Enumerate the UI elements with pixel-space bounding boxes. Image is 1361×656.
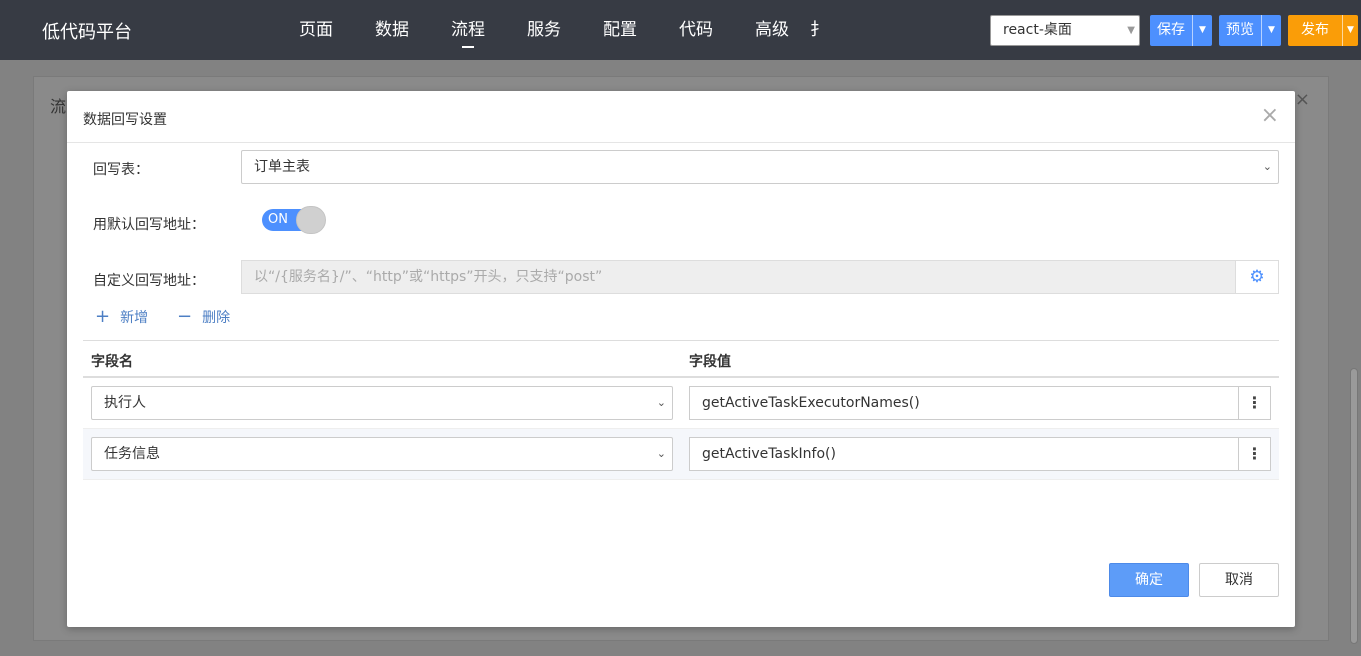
- dialog-header: 数据回写设置 ×: [67, 91, 1295, 143]
- project-select-value: react-桌面: [1003, 22, 1072, 38]
- preview-split-button: 预览 ▼: [1219, 15, 1281, 46]
- table-header: 字段名 字段值: [83, 340, 1279, 378]
- data-writeback-dialog: 数据回写设置 × 回写表： 订单主表 ⌄ 用默认回写地址： ON 自定义回写地址…: [67, 91, 1295, 627]
- dialog-title: 数据回写设置: [83, 112, 167, 128]
- cancel-button[interactable]: 取消: [1199, 563, 1279, 597]
- field-value-input[interactable]: getActiveTaskInfo(): [689, 437, 1239, 471]
- table-row: 任务信息 ⌄ getActiveTaskInfo() ⋮: [83, 429, 1279, 480]
- nav-item-pages[interactable]: 页面: [278, 0, 354, 60]
- chevron-down-icon: ⌄: [656, 396, 666, 409]
- add-row-label: 新增: [120, 310, 149, 326]
- more-vertical-icon[interactable]: ⋮: [1238, 437, 1271, 471]
- more-vertical-icon[interactable]: ⋮: [1238, 386, 1271, 420]
- preview-dropdown-icon[interactable]: ▼: [1261, 15, 1281, 46]
- add-row-button[interactable]: + 新增: [95, 306, 148, 327]
- brand-title: 低代码平台: [42, 22, 132, 43]
- minus-icon: −: [177, 306, 193, 327]
- writeback-table-label: 回写表：: [93, 162, 149, 178]
- save-split-button: 保存 ▼: [1150, 15, 1212, 46]
- background-close-icon: ×: [1294, 89, 1310, 110]
- preview-button[interactable]: 预览: [1219, 15, 1261, 46]
- background-dialog-title: 流: [50, 97, 67, 116]
- save-button[interactable]: 保存: [1150, 15, 1192, 46]
- plus-icon: +: [95, 306, 111, 327]
- field-name-select[interactable]: 任务信息 ⌄: [91, 437, 673, 471]
- nav-item-advanced[interactable]: 高级: [734, 0, 810, 60]
- field-name-value: 任务信息: [104, 446, 160, 462]
- chevron-down-icon: ⌄: [1262, 160, 1272, 173]
- top-navbar: 低代码平台 页面 数据 流程 服务 配置 代码 高级 扌 react-桌面 ▼ …: [0, 0, 1361, 60]
- main-nav: 页面 数据 流程 服务 配置 代码 高级 扌: [278, 0, 820, 60]
- chevron-down-icon: ▼: [1127, 25, 1135, 36]
- gear-icon[interactable]: ⚙: [1235, 260, 1279, 294]
- publish-split-button: 发布 ▼: [1288, 15, 1358, 46]
- field-value-input[interactable]: getActiveTaskExecutorNames(): [689, 386, 1239, 420]
- nav-item-config[interactable]: 配置: [582, 0, 658, 60]
- publish-dropdown-icon[interactable]: ▼: [1342, 15, 1358, 46]
- nav-item-service[interactable]: 服务: [506, 0, 582, 60]
- project-select[interactable]: react-桌面 ▼: [990, 15, 1140, 46]
- default-url-label: 用默认回写地址：: [93, 217, 205, 233]
- close-icon[interactable]: ×: [1261, 103, 1279, 128]
- background-scrollbar: [1350, 368, 1358, 644]
- confirm-button[interactable]: 确定: [1109, 563, 1189, 597]
- column-header-field-name: 字段名: [91, 354, 133, 370]
- writeback-table-select[interactable]: 订单主表 ⌄: [241, 150, 1279, 184]
- table-row: 执行人 ⌄ getActiveTaskExecutorNames() ⋮: [83, 378, 1279, 429]
- delete-row-label: 删除: [202, 310, 231, 326]
- toggle-knob: [296, 206, 326, 234]
- field-name-value: 执行人: [104, 395, 146, 411]
- nav-item-code[interactable]: 代码: [658, 0, 734, 60]
- nav-item-data[interactable]: 数据: [354, 0, 430, 60]
- save-dropdown-icon[interactable]: ▼: [1192, 15, 1212, 46]
- delete-row-button[interactable]: − 删除: [177, 306, 230, 327]
- chevron-down-icon: ⌄: [656, 447, 666, 460]
- field-mapping-table: 字段名 字段值 执行人 ⌄ getActiveTaskExecutorNames…: [83, 340, 1279, 480]
- custom-url-label: 自定义回写地址：: [93, 273, 205, 289]
- column-header-field-value: 字段值: [689, 354, 731, 370]
- nav-item-flow[interactable]: 流程: [430, 0, 506, 60]
- custom-url-input[interactable]: 以“/{服务名}/”、“http”或“https”开头，只支持“post”: [241, 260, 1235, 294]
- writeback-table-value: 订单主表: [254, 159, 310, 175]
- publish-button[interactable]: 发布: [1288, 15, 1342, 46]
- nav-item-more[interactable]: 扌: [810, 0, 820, 60]
- field-name-select[interactable]: 执行人 ⌄: [91, 386, 673, 420]
- default-url-toggle[interactable]: ON: [262, 206, 327, 234]
